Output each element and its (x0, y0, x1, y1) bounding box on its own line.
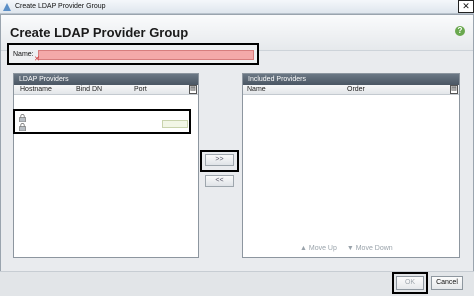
column-order[interactable]: Order (347, 86, 365, 93)
ldap-providers-columns: Hostname Bind DN Port ▤ (14, 85, 198, 95)
window-titlebar: Create LDAP Provider Group ✕ (0, 0, 474, 14)
ok-button[interactable]: OK (396, 276, 424, 290)
column-bind-dn[interactable]: Bind DN (76, 86, 102, 93)
lock-icon (19, 123, 26, 131)
name-input[interactable] (38, 50, 254, 60)
column-menu-icon[interactable]: ▤ (450, 85, 458, 94)
column-port[interactable]: Port (134, 86, 147, 93)
included-providers-header: Included Providers (243, 74, 459, 85)
port-cell[interactable] (162, 120, 188, 128)
lock-icon (19, 114, 26, 122)
add-provider-button[interactable]: >> (205, 154, 234, 166)
help-icon[interactable]: ? (455, 26, 465, 36)
name-field-group: Name: ✕ (7, 43, 259, 65)
close-button[interactable]: ✕ (458, 0, 474, 13)
app-icon (3, 3, 11, 11)
page-title: Create LDAP Provider Group (10, 25, 189, 40)
ldap-providers-header: LDAP Providers (14, 74, 198, 85)
included-providers-columns: Name Order ▤ (243, 85, 459, 95)
column-hostname[interactable]: Hostname (20, 86, 52, 93)
move-down-link[interactable]: ▼ Move Down (347, 245, 393, 252)
included-providers-panel: Included Providers Name Order ▤ (242, 73, 460, 258)
window-title: Create LDAP Provider Group (15, 3, 106, 10)
ldap-providers-panel: LDAP Providers Hostname Bind DN Port ▤ (13, 73, 199, 258)
move-up-link[interactable]: ▲ Move Up (300, 245, 337, 252)
column-menu-icon[interactable]: ▤ (189, 85, 197, 94)
cancel-button[interactable]: Cancel (431, 276, 463, 290)
remove-provider-button[interactable]: << (205, 175, 234, 187)
name-label: Name: (13, 51, 34, 58)
error-icon: ✕ (34, 56, 40, 63)
order-controls: ▲ Move Up ▼ Move Down (300, 245, 401, 252)
column-name[interactable]: Name (247, 86, 266, 93)
